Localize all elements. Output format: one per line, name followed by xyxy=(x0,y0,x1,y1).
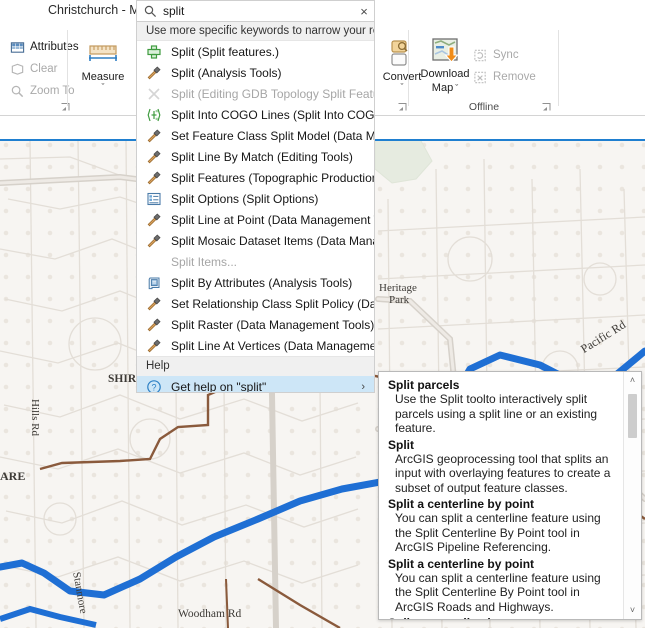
remove-offline-map-icon xyxy=(473,70,488,85)
help-entry-description: ArcGIS geoprocessing tool that splits an… xyxy=(395,451,611,495)
dropdown-items: Split (Split features.) Split (Analysis … xyxy=(137,41,374,356)
dropdown-item-split-mosaic-dataset-items[interactable]: Split Mosaic Dataset Items (Data Managem… xyxy=(137,230,374,251)
download-map-label-line2: Map xyxy=(431,82,454,94)
help-question-icon: ? xyxy=(146,379,162,392)
dropdown-item-split-features-topographic[interactable]: Split Features (Topographic Production T… xyxy=(137,167,374,188)
dropdown-item-label: Split (Editing GDB Topology Split Featur… xyxy=(171,86,374,101)
none-icon xyxy=(146,254,162,270)
dropdown-item-label: Split Items... xyxy=(171,254,238,269)
help-entry-title: Split xyxy=(388,437,414,452)
help-entry-title: Split a centerline by point xyxy=(388,497,535,511)
dropdown-item-set-feature-class-split-model[interactable]: Set Feature Class Split Model (Data Mana… xyxy=(137,125,374,146)
clear-selection-button[interactable]: Clear xyxy=(10,60,57,78)
dropdown-item-label: Split Features (Topographic Production T… xyxy=(171,170,374,185)
search-suggestions-dropdown[interactable]: Use more specific keywords to narrow you… xyxy=(136,22,375,393)
dropdown-item-split-by-attributes[interactable]: Split By Attributes (Analysis Tools) xyxy=(137,272,374,293)
geoprocessing-tool-icon xyxy=(146,128,162,144)
attributes-icon xyxy=(10,40,25,55)
clear-selection-icon xyxy=(10,62,25,77)
offline-group-label: Offline xyxy=(468,101,500,113)
zoom-to-selection-button[interactable]: Zoom To xyxy=(10,82,75,100)
zoom-to-selection-icon xyxy=(10,84,25,99)
geoprocessing-tool-icon xyxy=(146,338,162,354)
scroll-down-icon[interactable]: ˅ xyxy=(624,603,641,618)
dropdown-item-split-raster[interactable]: Split Raster (Data Management Tools) xyxy=(137,314,374,335)
svg-text:?: ? xyxy=(151,382,156,392)
help-entry-title: Split parcels xyxy=(388,378,460,392)
dropdown-item-label: Split By Attributes (Analysis Tools) xyxy=(171,275,353,290)
measure-chevron-down-icon[interactable]: ˇ xyxy=(74,83,132,92)
geoprocessing-tool-icon xyxy=(146,212,162,228)
dropdown-item-split-items: Split Items... xyxy=(137,251,374,272)
dropdown-item-label: Set Feature Class Split Model (Data Mana… xyxy=(171,128,374,143)
search-icon xyxy=(144,5,157,18)
offline-dialog-launcher[interactable] xyxy=(542,103,551,112)
help-entry-description: You can split a centerline feature using… xyxy=(395,511,601,554)
remove-offline-map-label: Remove xyxy=(493,71,536,83)
scroll-up-icon[interactable]: ˄ xyxy=(624,373,641,388)
get-help-on-item[interactable]: ? Get help on "split" › xyxy=(137,376,374,393)
download-map-label-line1: Download xyxy=(420,68,470,80)
help-results-list: Split parcels Use the Split toolto inter… xyxy=(379,372,624,619)
chevron-right-icon: › xyxy=(361,380,365,393)
geoprocessing-tool-icon xyxy=(146,233,162,249)
sync-label: Sync xyxy=(493,49,519,61)
inquiry-dialog-launcher[interactable] xyxy=(398,103,407,112)
split-features-icon xyxy=(146,44,162,60)
help-entry-title: Split a centerline by point xyxy=(388,556,535,571)
dropdown-item-label: Split Raster (Data Management Tools) xyxy=(171,317,374,332)
dropdown-item-label: Set Relationship Class Split Policy (Dat… xyxy=(171,296,374,311)
dropdown-item-label: Split (Split features.) xyxy=(171,44,280,59)
split-by-attributes-icon xyxy=(146,275,162,291)
help-entry-description: Use the Split toolto interactively split… xyxy=(395,392,598,435)
dropdown-item-label: Split Mosaic Dataset Items (Data Managem… xyxy=(171,233,374,248)
dropdown-item-label: Split (Analysis Tools) xyxy=(171,65,282,80)
dropdown-item-split-line-at-vertices[interactable]: Split Line At Vertices (Data Management … xyxy=(137,335,374,356)
ribbon-group-offline: Download Map ˇ Sync Remove Offline xyxy=(409,22,559,115)
geoprocessing-tool-icon xyxy=(146,65,162,81)
dropdown-item-split-analysis-tools[interactable]: Split (Analysis Tools) xyxy=(137,62,374,83)
clear-selection-label: Clear xyxy=(30,63,58,75)
dropdown-item-split-features[interactable]: Split (Split features.) xyxy=(137,41,374,62)
geoprocessing-tool-icon xyxy=(146,296,162,312)
scrollbar-thumb[interactable] xyxy=(628,394,637,438)
dropdown-item-label: Split Line By Match (Editing Tools) xyxy=(171,149,353,164)
help-panel-scrollbar[interactable]: ˄ ˅ xyxy=(623,372,641,619)
dropdown-item-split-line-at-point[interactable]: Split Line at Point (Data Management Too… xyxy=(137,209,374,230)
clear-search-icon[interactable]: × xyxy=(354,4,374,19)
measure-button[interactable]: Measure ˇ xyxy=(74,37,132,92)
arcgis-pro-window: Christchurch - Map Attributes Clear Zoom… xyxy=(0,0,645,628)
dropdown-item-split-into-cogo-lines[interactable]: Split Into COGO Lines (Split Into COGO L… xyxy=(137,104,374,125)
sync-button[interactable]: Sync xyxy=(473,46,519,64)
dropdown-item-label: Split Line at Point (Data Management Too… xyxy=(171,212,374,227)
dropdown-item-split-options[interactable]: Split Options (Split Options) xyxy=(137,188,374,209)
dropdown-item-split-line-by-match[interactable]: Split Line By Match (Editing Tools) xyxy=(137,146,374,167)
topology-fix-icon xyxy=(146,86,162,102)
sync-icon xyxy=(473,48,488,63)
search-input[interactable]: split xyxy=(163,4,354,18)
cogo-lines-icon xyxy=(146,107,162,123)
search-box[interactable]: split × xyxy=(136,0,375,22)
dropdown-section-help: Help xyxy=(137,356,374,376)
geoprocessing-tool-icon xyxy=(146,149,162,165)
download-map-icon xyxy=(429,34,461,66)
download-map-button[interactable]: Download Map ˇ xyxy=(416,34,474,94)
measure-ruler-icon xyxy=(87,37,119,69)
help-entry-description: You can split a centerline feature using… xyxy=(395,570,601,614)
dropdown-hint: Use more specific keywords to narrow you… xyxy=(137,22,374,41)
help-results-panel[interactable]: Split parcels Use the Split toolto inter… xyxy=(378,371,642,620)
dropdown-item-set-relationship-class-split-policy[interactable]: Set Relationship Class Split Policy (Dat… xyxy=(137,293,374,314)
download-map-chevron-down-icon[interactable]: ˇ xyxy=(455,84,458,93)
remove-offline-map-button[interactable]: Remove xyxy=(473,68,536,86)
get-help-on-label: Get help on "split" xyxy=(171,379,267,393)
help-entry-title: Split a centerline by measure xyxy=(388,616,620,619)
geoprocessing-tool-icon xyxy=(146,170,162,186)
dropdown-item-label: Split Line At Vertices (Data Management … xyxy=(171,338,374,353)
dropdown-item-label: Split Options (Split Options) xyxy=(171,191,319,206)
dropdown-item-split-topology-fix: Split (Editing GDB Topology Split Featur… xyxy=(137,83,374,104)
dropdown-item-label: Split Into COGO Lines (Split Into COGO L… xyxy=(171,107,374,122)
geoprocessing-tool-icon xyxy=(146,317,162,333)
split-options-icon xyxy=(146,191,162,207)
